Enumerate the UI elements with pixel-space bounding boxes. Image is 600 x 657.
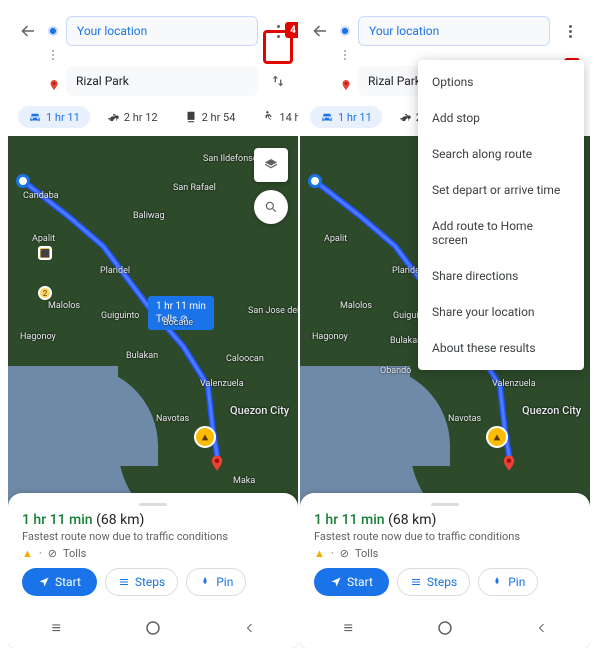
map-place-label: Caloocan — [226, 354, 264, 364]
menu-item-set-depart[interactable]: Set depart or arrive time — [418, 172, 584, 208]
destination-field[interactable]: Rizal Park — [66, 66, 258, 96]
map-place-label: Valenzuela — [200, 379, 244, 389]
map-place-label: Plaridel — [100, 266, 130, 276]
menu-item-share-location[interactable]: Share your location — [418, 294, 584, 330]
mode-transit-label: 2 hr 54 — [202, 111, 236, 124]
sheet-drag-handle[interactable] — [139, 503, 167, 506]
destination-pin-icon — [340, 76, 350, 86]
mode-drive-label: 1 hr 11 — [46, 111, 80, 124]
mode-moto-label: 2 hr 12 — [124, 111, 158, 124]
traffic-warning-icon — [486, 426, 508, 448]
sheet-drag-handle[interactable] — [431, 503, 459, 506]
map-place-label: Apalit — [324, 234, 347, 244]
origin-field[interactable]: Your location — [358, 16, 550, 46]
nav-back-icon[interactable] — [532, 618, 552, 638]
map-place-label: Malolos — [48, 301, 80, 311]
back-button[interactable] — [16, 22, 40, 40]
android-nav-bar: ≡ — [300, 608, 590, 648]
phone-right: Your location Rizal Park 1 hr 11 — [300, 8, 590, 648]
map-place-label: Obando — [380, 366, 411, 376]
road-shield-icon: ⬛ — [38, 246, 52, 260]
directions-header: Your location Rizal Park — [8, 8, 298, 100]
map-place-label: Candaba — [23, 191, 59, 201]
nav-home-icon[interactable] — [435, 618, 455, 638]
mode-walk[interactable]: 14 hr — [251, 106, 298, 128]
back-button[interactable] — [308, 22, 332, 40]
destination-marker — [208, 454, 226, 472]
route-notices: ▲ · ⊘ Tolls — [314, 547, 576, 560]
phone-left: Your location Rizal Park 1 hr 11 — [8, 8, 298, 648]
travel-modes: 1 hr 11 2 hr 12 2 hr 54 14 hr — [8, 100, 298, 136]
options-menu: Options Add stop Search along route Set … — [418, 60, 584, 370]
map-place-label: San Jose del Monte C — [248, 306, 298, 316]
layers-button[interactable] — [254, 148, 288, 182]
nav-home-icon[interactable] — [143, 618, 163, 638]
map-place-label: Baliwag — [133, 211, 165, 221]
map-place-label: Apalit — [32, 234, 55, 244]
map-place-label: Guiguinto — [101, 311, 139, 321]
map-place-label: San Ildefonso — [203, 154, 258, 164]
nav-back-icon[interactable] — [240, 618, 260, 638]
route-subtitle: Fastest route now due to traffic conditi… — [314, 530, 576, 543]
route-notices: ▲ · ⊘ Tolls — [22, 547, 284, 560]
nav-menu-icon[interactable]: ≡ — [338, 618, 358, 638]
mode-walk-label: 14 hr — [279, 111, 298, 124]
origin-marker — [308, 174, 322, 188]
search-map-button[interactable] — [254, 190, 288, 224]
map-place-label: Bocaue — [163, 318, 193, 328]
route-sheet[interactable]: 1 hr 11 min (68 km) Fastest route now du… — [300, 493, 590, 608]
steps-button[interactable]: Steps — [397, 568, 470, 596]
menu-item-search-route[interactable]: Search along route — [418, 136, 584, 172]
map-place-label: Navotas — [448, 414, 481, 424]
start-button[interactable]: Start — [314, 568, 389, 596]
pin-button[interactable]: Pin — [478, 568, 538, 596]
menu-item-add-stop[interactable]: Add stop — [418, 100, 584, 136]
map-place-label: Quezon City — [522, 404, 581, 417]
map-place-label: Maka — [233, 476, 255, 486]
more-options-button[interactable] — [558, 25, 582, 38]
steps-button[interactable]: Steps — [105, 568, 178, 596]
destination-pin-icon — [48, 76, 58, 86]
route-sheet[interactable]: 1 hr 11 min (68 km) Fastest route now du… — [8, 493, 298, 608]
map-place-label: Bulakan — [126, 351, 158, 361]
mode-drive-label: 1 hr 11 — [338, 111, 372, 124]
start-button[interactable]: Start — [22, 568, 97, 596]
route-title: 1 hr 11 min (68 km) — [314, 512, 576, 528]
swap-button[interactable] — [266, 73, 290, 89]
android-nav-bar: ≡ — [8, 608, 298, 648]
route-subtitle: Fastest route now due to traffic conditi… — [22, 530, 284, 543]
origin-marker — [16, 174, 30, 188]
map-place-label: San Rafael — [173, 183, 216, 193]
road-shield-icon: 2 — [38, 286, 52, 300]
origin-dot-icon — [340, 26, 350, 36]
map-place-label: Hagonoy — [20, 332, 56, 342]
mode-drive[interactable]: 1 hr 11 — [310, 106, 382, 128]
map-place-label: Navotas — [156, 414, 189, 424]
menu-item-share-directions[interactable]: Share directions — [418, 258, 584, 294]
route-title: 1 hr 11 min (68 km) — [22, 512, 284, 528]
destination-marker — [500, 454, 518, 472]
mode-drive[interactable]: 1 hr 11 — [18, 106, 90, 128]
route-duration-label: 1 hr 11 min — [156, 301, 206, 312]
mode-transit[interactable]: 2 hr 54 — [174, 106, 246, 128]
pin-button[interactable]: Pin — [186, 568, 246, 596]
more-options-button[interactable] — [266, 25, 290, 38]
route-connector-icon — [48, 48, 58, 62]
origin-field[interactable]: Your location — [66, 16, 258, 46]
route-connector-icon — [340, 48, 350, 62]
map-place-label: Malolos — [340, 301, 372, 311]
map-place-label: Hagonoy — [312, 332, 348, 342]
map-place-label: Valenzuela — [492, 379, 536, 389]
origin-dot-icon — [48, 26, 58, 36]
menu-item-options[interactable]: Options — [418, 64, 584, 100]
traffic-warning-icon — [194, 426, 216, 448]
menu-item-about-results[interactable]: About these results — [418, 330, 584, 366]
map-place-label: Quezon City — [230, 404, 289, 417]
menu-item-add-home[interactable]: Add route to Home screen — [418, 208, 584, 258]
nav-menu-icon[interactable]: ≡ — [46, 618, 66, 638]
mode-moto[interactable]: 2 hr 12 — [96, 106, 168, 128]
